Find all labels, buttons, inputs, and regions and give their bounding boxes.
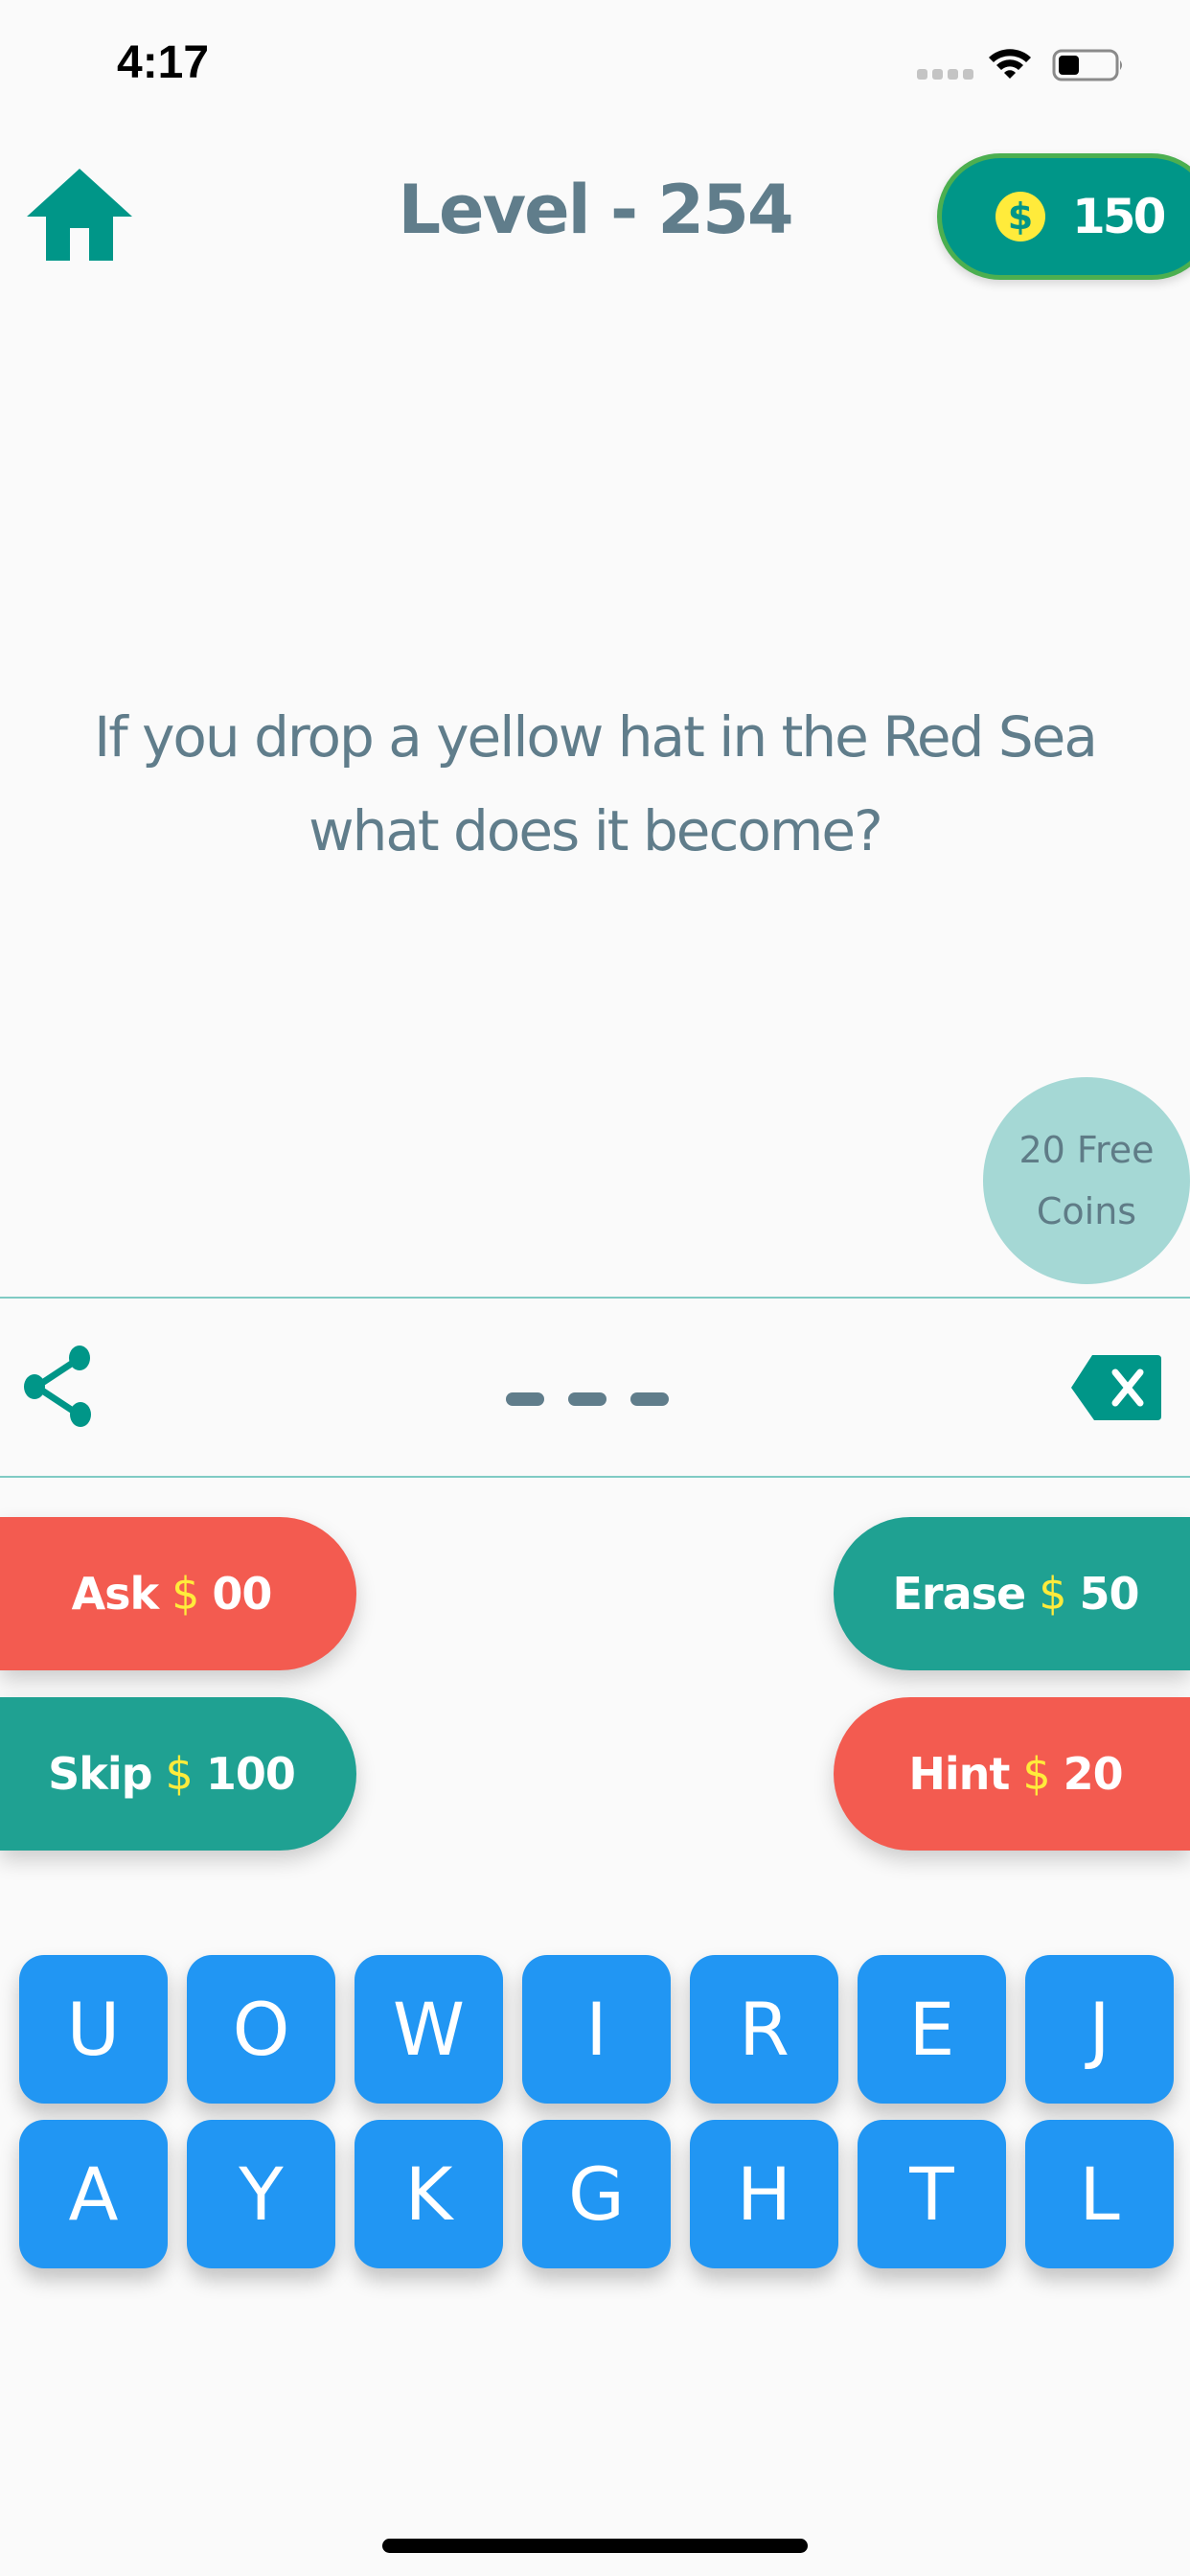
ask-cost: 00 [212,1568,272,1620]
letter-key[interactable]: W [355,1955,503,2104]
status-time: 4:17 [117,37,210,88]
answer-slots [506,1392,669,1406]
battery-icon [1052,49,1122,81]
answer-slot[interactable] [568,1392,606,1406]
hint-label: Hint [908,1748,1010,1800]
erase-label: Erase [892,1568,1026,1620]
dollar-icon: $ [172,1568,199,1620]
answer-slot[interactable] [630,1392,669,1406]
ask-label: Ask [71,1568,160,1620]
hint-cost: 20 [1063,1748,1124,1800]
dollar-icon: $ [1039,1568,1066,1620]
erase-button[interactable]: Erase $ 50 [834,1517,1190,1670]
letter-key[interactable]: G [522,2120,671,2268]
skip-label: Skip [48,1748,152,1800]
letter-key[interactable]: I [522,1955,671,2104]
backspace-icon [1071,1355,1161,1420]
letter-key[interactable]: L [1025,2120,1174,2268]
dollar-icon: $ [165,1748,194,1800]
letter-key[interactable]: H [690,2120,838,2268]
free-coins-button[interactable]: 20 Free Coins [983,1077,1190,1284]
letter-key[interactable]: R [690,1955,838,2104]
answer-slot[interactable] [506,1392,544,1406]
coin-balance-button[interactable]: $ 150 [937,153,1190,280]
letter-key[interactable]: E [858,1955,1006,2104]
hint-button[interactable]: Hint $ 20 [834,1697,1190,1851]
letter-keyboard: U O W I R E J A Y K G H T L [19,1955,1174,2268]
letter-key[interactable]: A [19,2120,168,2268]
letter-key[interactable]: Y [187,2120,335,2268]
letter-key[interactable]: U [19,1955,168,2104]
wifi-icon [989,49,1031,79]
ask-button[interactable]: Ask $ 00 [0,1517,356,1670]
letter-key[interactable]: T [858,2120,1006,2268]
cellular-signal-icon [917,69,973,80]
share-icon [24,1346,91,1427]
free-coins-line2: Coins [1036,1190,1137,1232]
letter-key[interactable]: K [355,2120,503,2268]
answer-bottom-divider [0,1476,1190,1478]
letter-key[interactable]: O [187,1955,335,2104]
home-indicator[interactable] [382,2539,808,2553]
erase-cost: 50 [1079,1568,1140,1620]
question-text: If you drop a yellow hat in the Red Sea … [94,704,1098,863]
backspace-button[interactable] [1069,1353,1163,1422]
skip-cost: 100 [205,1748,296,1800]
letter-key[interactable]: J [1025,1955,1174,2104]
share-button[interactable] [21,1346,98,1428]
skip-button[interactable]: Skip $ 100 [0,1697,356,1851]
free-coins-line1: 20 Free [1018,1129,1155,1171]
dollar-icon: $ [1022,1748,1050,1800]
coin-count: 150 [1072,189,1166,244]
answer-top-divider [0,1297,1190,1299]
dollar-coin-icon: $ [995,192,1045,242]
